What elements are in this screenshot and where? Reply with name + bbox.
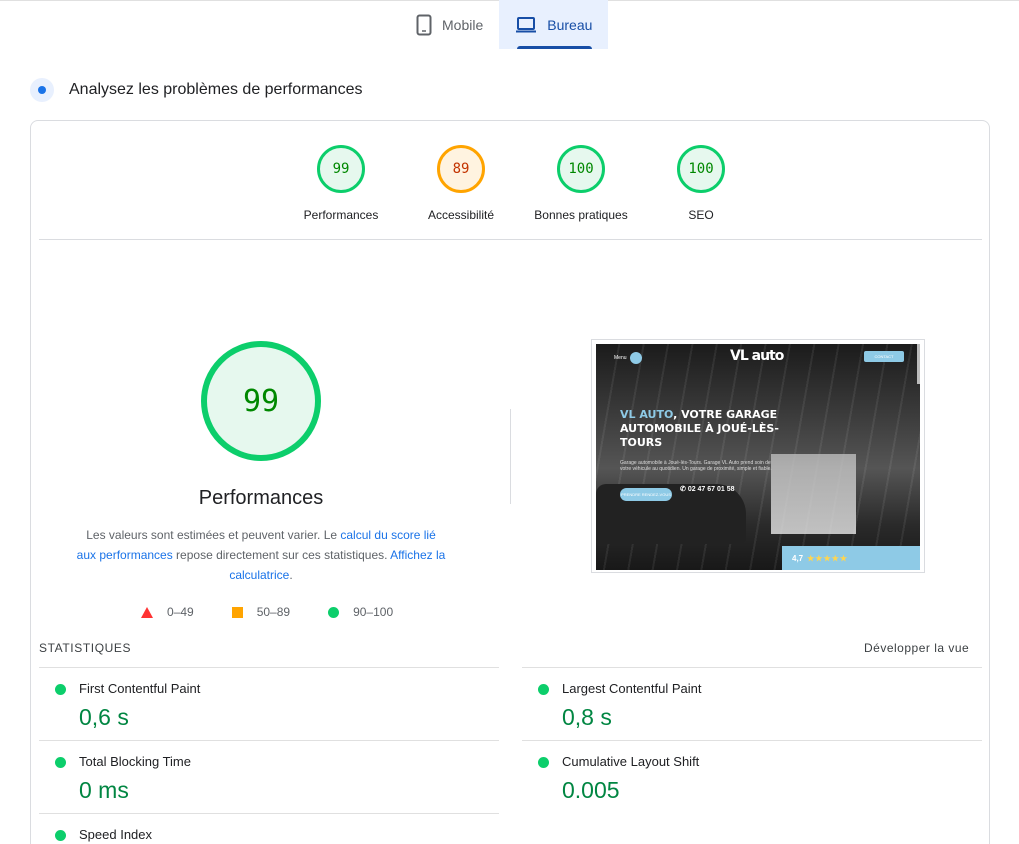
tab-mobile-label: Mobile (442, 16, 484, 33)
device-tabs: Mobile Bureau (400, 0, 609, 49)
screenshot-logo: VL auto (730, 348, 784, 364)
smartphone-icon (416, 14, 432, 36)
metric-lcp: Largest Contentful Paint 0,8 s (522, 667, 982, 740)
gauge-score: 100 (677, 145, 725, 193)
circle-icon (55, 684, 66, 695)
gauge-label: Bonnes pratiques (534, 208, 628, 222)
desc-text: Les valeurs sont estimées et peuvent var… (86, 528, 341, 542)
score-description: Les valeurs sont estimées et peuvent var… (76, 525, 446, 585)
circle-icon (328, 606, 340, 618)
tab-bureau[interactable]: Bureau (499, 0, 609, 49)
statistics-heading: STATISTIQUES (39, 641, 132, 655)
tab-bureau-label: Bureau (547, 16, 593, 33)
legend-fail: 0–49 (141, 605, 194, 619)
gauge-label: SEO (688, 208, 714, 222)
performance-title: Performances (198, 487, 324, 509)
vertical-divider (510, 409, 511, 504)
screenshot-contact-button: CONTACT (864, 351, 904, 362)
gauge-best-practices[interactable]: 100 Bonnes pratiques (521, 145, 641, 222)
legend-pass: 90–100 (328, 605, 393, 619)
garage-door (771, 454, 856, 534)
metric-value: 0.005 (562, 777, 620, 803)
gauges-divider (39, 239, 982, 240)
metric-label: First Contentful Paint (79, 681, 201, 696)
metric-label: Cumulative Layout Shift (562, 754, 700, 769)
performance-score-gauge: 99 (201, 341, 321, 461)
report-card: 99 Performances 89 Accessibilité 100 Bon… (30, 120, 990, 844)
gauge-label: Accessibilité (427, 208, 495, 222)
category-gauges: 99 Performances 89 Accessibilité 100 Bon… (281, 145, 761, 222)
gauge-performance[interactable]: 99 Performances (281, 145, 401, 222)
laptop-icon (515, 16, 537, 33)
metric-label: Total Blocking Time (79, 754, 191, 769)
screenshot-image: Menu VL auto CONTACT VL AUTO, VOTRE GARA… (596, 344, 920, 570)
score-legend: 0–49 50–89 90–100 (141, 605, 393, 619)
rating-value: 4,7 (792, 553, 804, 563)
star-icons: ★★★★★ (807, 553, 848, 563)
desc-text: repose directement sur ces statistiques. (172, 548, 391, 562)
screenshot-heading: VL AUTO, VOTRE GARAGE AUTOMOBILE À JOUÉ-… (620, 408, 790, 450)
square-icon (231, 606, 243, 618)
screenshot-phone: ✆ 02 47 67 01 58 (680, 486, 735, 493)
menu-icon (629, 352, 642, 364)
tab-mobile[interactable]: Mobile (400, 0, 499, 49)
metric-tbt: Total Blocking Time 0 ms (39, 740, 499, 813)
gauge-score: 100 (557, 145, 605, 193)
metric-speed-index: Speed Index (39, 813, 499, 844)
menu-label: Menu (614, 355, 627, 361)
gauge-score: 89 (437, 145, 485, 193)
screenshot-rating: 4,7 ★★★★★ (782, 546, 920, 570)
section-title: Analysez les problèmes de performances (69, 81, 363, 98)
circle-icon (55, 830, 66, 841)
circle-icon (55, 757, 66, 768)
screenshot-paragraph: Garage automobile à Joué-lès-Tours. Gara… (620, 460, 772, 472)
circle-icon (538, 757, 549, 768)
expand-view-toggle[interactable]: Développer la vue (864, 641, 969, 655)
legend-range: 50–89 (256, 605, 291, 619)
metric-value: 0,6 s (79, 704, 129, 730)
desc-text: . (289, 568, 293, 582)
metric-label: Speed Index (79, 827, 153, 842)
screenshot-cta-button: PRENDRE RENDEZ-VOUS (620, 488, 672, 501)
metric-cls: Cumulative Layout Shift 0.005 (522, 740, 982, 813)
page-screenshot: Menu VL auto CONTACT VL AUTO, VOTRE GARA… (591, 339, 925, 573)
gauge-score: 99 (317, 145, 365, 193)
legend-range: 0–49 (167, 605, 194, 619)
phone-number: 02 47 67 01 58 (687, 486, 735, 493)
lighthouse-icon (30, 78, 54, 102)
gauge-accessibility[interactable]: 89 Accessibilité (401, 145, 521, 222)
gauge-label: Performances (303, 208, 379, 222)
screenshot-menu: Menu (614, 352, 642, 364)
heading-accent: VL AUTO (620, 408, 674, 421)
legend-average: 50–89 (231, 605, 291, 619)
screenshot-scrollbar (917, 344, 920, 384)
gauge-seo[interactable]: 100 SEO (641, 145, 761, 222)
metric-fcp: First Contentful Paint 0,6 s (39, 667, 499, 740)
legend-range: 90–100 (353, 605, 394, 619)
section-header: Analysez les problèmes de performances (30, 78, 362, 102)
metric-label: Largest Contentful Paint (562, 681, 702, 696)
metric-value: 0,8 s (562, 704, 612, 730)
triangle-icon (141, 606, 153, 618)
circle-icon (538, 684, 549, 695)
metric-value: 0 ms (79, 777, 129, 803)
